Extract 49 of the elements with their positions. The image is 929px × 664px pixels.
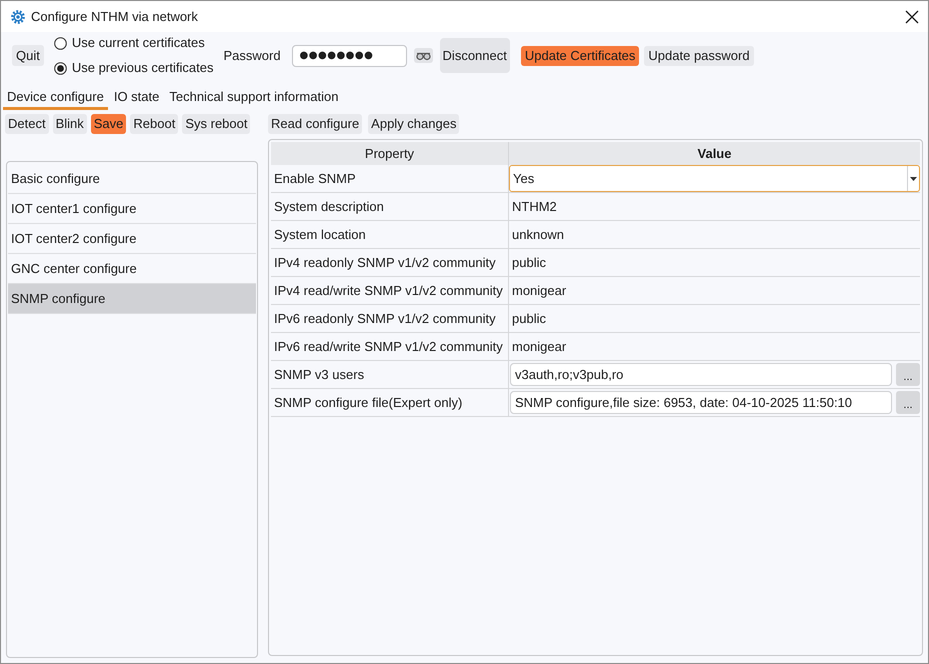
certificate-radio[interactable]: Use previous certificates (54, 59, 214, 77)
value-cell-text: unknown (511, 226, 566, 244)
password-field[interactable]: ●●●●●●●● (292, 44, 407, 66)
toolbar-button[interactable]: Update password (644, 46, 754, 66)
device-button[interactable]: Detect (5, 114, 49, 134)
sidebar-item[interactable]: Basic configure (8, 164, 256, 194)
sidebar-item[interactable]: IOT center1 configure (8, 194, 256, 224)
device-button[interactable]: Blink (52, 114, 87, 134)
gear-icon (11, 10, 25, 24)
property-cell-text: System description (273, 198, 385, 216)
certificate-radio[interactable]: Use current certificates (54, 34, 214, 52)
value-cell-text: NTHM2 (511, 198, 558, 216)
property-cell-text: IPv6 readonly SNMP v1/v2 community (273, 310, 497, 328)
value-cell-text: public (511, 254, 547, 272)
caret-icon (910, 176, 917, 180)
tab[interactable]: IO state (110, 87, 164, 110)
device-button[interactable]: Reboot (130, 114, 178, 134)
property-cell-text: SNMP configure file(Expert only) (273, 394, 464, 412)
property-cell-text: Enable SNMP (273, 170, 357, 188)
property-cell-text: IPv6 read/write SNMP v1/v2 community (273, 338, 504, 356)
browse-button[interactable]: ... (896, 391, 920, 414)
close-icon[interactable] (905, 10, 919, 24)
sidebar-item[interactable]: IOT center2 configure (8, 224, 256, 254)
browse-button[interactable]: ... (896, 363, 920, 386)
column-header: Property (271, 142, 508, 165)
quit-button[interactable]: Quit (12, 45, 44, 66)
column-header: Value (508, 142, 920, 165)
value-cell-text: monigear (511, 282, 568, 300)
tab[interactable]: Device configure (3, 87, 108, 110)
toolbar-button[interactable]: Disconnect (440, 38, 510, 73)
toolbar-button[interactable]: Update Certificates (520, 46, 640, 66)
config-button[interactable]: Apply changes (368, 114, 460, 134)
property-cell-text: IPv4 read/write SNMP v1/v2 community (273, 282, 504, 300)
dropdown-field[interactable]: Yes (509, 165, 920, 192)
value-cell-text: public (511, 310, 547, 328)
device-button[interactable]: Save (90, 114, 126, 134)
input-field[interactable]: SNMP configure,file size: 6953, date: 04-10-2025 11:50:10 (510, 391, 892, 414)
input-field[interactable]: v3auth,ro;v3pub,ro (510, 363, 892, 386)
tab[interactable]: Technical support information (165, 87, 342, 110)
sidebar-item[interactable]: SNMP configure (8, 284, 256, 314)
config-button[interactable]: Read configure (268, 114, 362, 134)
value-cell-text: monigear (511, 338, 568, 356)
property-cell-text: System location (273, 226, 367, 244)
property-cell-text: IPv4 readonly SNMP v1/v2 community (273, 254, 497, 272)
password-label: Password (223, 48, 281, 63)
window-title: Configure NTHM via network (31, 9, 198, 24)
glasses-icon[interactable] (414, 48, 433, 63)
property-cell-text: SNMP v3 users (273, 366, 366, 384)
device-button[interactable]: Sys reboot (182, 114, 250, 134)
